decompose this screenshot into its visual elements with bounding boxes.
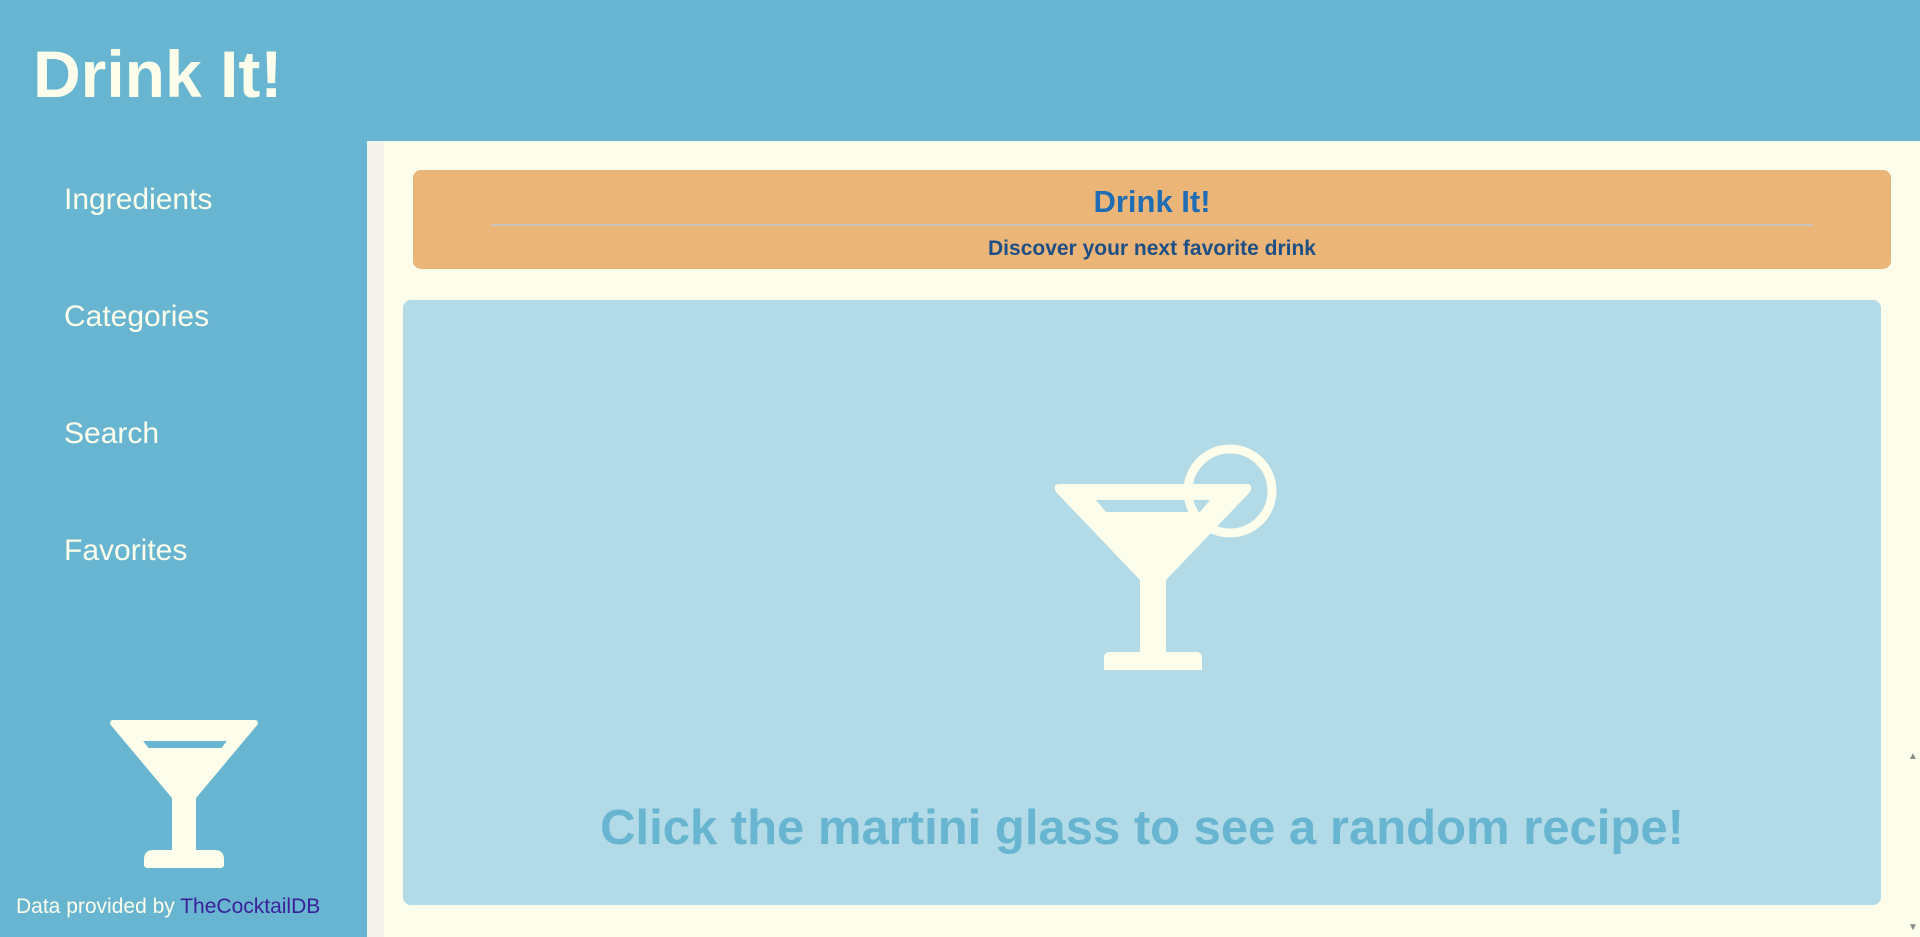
main-gutter	[367, 141, 384, 937]
banner-divider	[491, 224, 1813, 226]
martini-glass-icon[interactable]	[105, 717, 265, 877]
app-root: Drink It! Ingredients Categories Search …	[0, 0, 1920, 937]
scroll-down-arrow[interactable]: ▼	[1908, 922, 1918, 933]
cocktaildb-link[interactable]: TheCocktailDB	[180, 895, 320, 918]
sidebar-item-search[interactable]: Search	[64, 417, 159, 451]
banner-title: Drink It!	[1093, 184, 1211, 219]
sidebar-item-categories[interactable]: Categories	[64, 300, 209, 334]
brand-title[interactable]: Drink It!	[33, 36, 282, 112]
header-bar	[367, 0, 1920, 141]
scroll-up-arrow[interactable]: ▲	[1908, 751, 1918, 762]
main-content: Drink It! Discover your next favorite dr…	[367, 141, 1920, 937]
sidebar-item-favorites[interactable]: Favorites	[64, 534, 187, 568]
scrollbar[interactable]: ▲ ▼	[1906, 141, 1920, 937]
random-recipe-prompt: Click the martini glass to see a random …	[600, 801, 1684, 855]
sidebar-item-ingredients[interactable]: Ingredients	[64, 183, 212, 217]
data-credit: Data provided by TheCocktailDB	[16, 895, 320, 919]
martini-glass-lime-icon[interactable]	[1038, 442, 1298, 682]
random-recipe-card: Click the martini glass to see a random …	[403, 300, 1881, 905]
hero-banner: Drink It! Discover your next favorite dr…	[413, 170, 1891, 269]
banner-subtitle: Discover your next favorite drink	[988, 237, 1316, 260]
credit-prefix: Data provided by	[16, 895, 181, 918]
